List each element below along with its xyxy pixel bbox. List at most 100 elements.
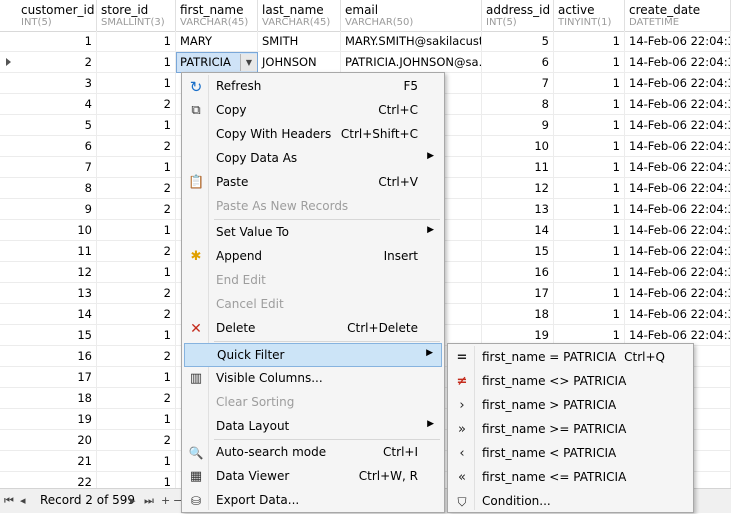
cell-create-date[interactable]: 14-Feb-06 22:04:36 <box>625 220 731 241</box>
cell-customer-id[interactable]: 1 <box>17 31 97 52</box>
menu-item-copy-data-as[interactable]: Copy Data As ▶ <box>184 147 442 171</box>
cell-address-id[interactable]: 18 <box>482 304 554 325</box>
cell-address-id[interactable]: 9 <box>482 115 554 136</box>
menu-item-refresh[interactable]: ↻ Refresh F5 <box>184 75 442 99</box>
cell-store-id[interactable]: 1 <box>97 367 176 388</box>
quick-filter-item-2[interactable]: ≠ first_name <> PATRICIA <box>450 370 691 394</box>
cell-store-id[interactable]: 2 <box>97 283 176 304</box>
cell-customer-id[interactable]: 15 <box>17 325 97 346</box>
cell-create-date[interactable]: 14-Feb-06 22:04:36 <box>625 157 731 178</box>
cell-store-id[interactable]: 1 <box>97 262 176 283</box>
cell-customer-id[interactable]: 3 <box>17 73 97 94</box>
cell-active[interactable]: 1 <box>554 157 625 178</box>
cell-create-date[interactable]: 14-Feb-06 22:04:36 <box>625 262 731 283</box>
quick-filter-item-6[interactable]: « first_name <= PATRICIA <box>450 466 691 490</box>
cell-active[interactable]: 1 <box>554 304 625 325</box>
cell-store-id[interactable]: 1 <box>97 157 176 178</box>
cell-customer-id[interactable]: 6 <box>17 136 97 157</box>
cell-dropdown-button[interactable]: ▼ <box>240 54 257 71</box>
cell-customer-id[interactable]: 2 <box>17 52 97 73</box>
cell-address-id[interactable]: 16 <box>482 262 554 283</box>
column-header-create-date[interactable]: create_date DATETIME <box>625 0 731 31</box>
cell-active[interactable]: 1 <box>554 241 625 262</box>
cell-store-id[interactable]: 2 <box>97 136 176 157</box>
cell-address-id[interactable]: 10 <box>482 136 554 157</box>
cell-store-id[interactable]: 1 <box>97 220 176 241</box>
cell-store-id[interactable]: 1 <box>97 451 176 472</box>
cell-customer-id[interactable]: 20 <box>17 430 97 451</box>
cell-address-id[interactable]: 8 <box>482 94 554 115</box>
cell-create-date[interactable]: 14-Feb-06 22:04:36 <box>625 73 731 94</box>
cell-store-id[interactable]: 2 <box>97 241 176 262</box>
cell-customer-id[interactable]: 21 <box>17 451 97 472</box>
cell-create-date[interactable]: 14-Feb-06 22:04:36 <box>625 178 731 199</box>
table-row[interactable]: 1 1 MARY SMITH MARY.SMITH@sakilacust… 5 1 14-Fe… <box>0 31 731 52</box>
cell-last-name[interactable]: JOHNSON <box>258 52 341 73</box>
table-row[interactable]: 2 1 PATRICIA JOHNSON PATRICIA.JOHNSON@sa… 6 1 1… <box>0 52 731 73</box>
menu-item-delete[interactable]: ✕ Delete Ctrl+Delete <box>184 317 442 341</box>
add-record-icon[interactable]: + <box>161 494 170 507</box>
cell-create-date[interactable]: 14-Feb-06 22:04:36 <box>625 241 731 262</box>
cell-address-id[interactable]: 11 <box>482 157 554 178</box>
first-record-icon[interactable]: ⏮ <box>4 494 14 508</box>
cell-customer-id[interactable]: 19 <box>17 409 97 430</box>
cell-address-id[interactable]: 12 <box>482 178 554 199</box>
cell-create-date[interactable]: 14-Feb-06 22:04:36 <box>625 136 731 157</box>
cell-customer-id[interactable]: 12 <box>17 262 97 283</box>
column-header-last-name[interactable]: last_name VARCHAR(45) <box>258 0 341 31</box>
cell-active[interactable]: 1 <box>554 199 625 220</box>
cell-address-id[interactable]: 6 <box>482 52 554 73</box>
cell-active[interactable]: 1 <box>554 136 625 157</box>
quick-filter-item-1[interactable]: = first_name = PATRICIA Ctrl+Q <box>450 346 691 370</box>
cell-store-id[interactable]: 1 <box>97 409 176 430</box>
cell-address-id[interactable]: 5 <box>482 31 554 52</box>
menu-item-paste[interactable]: 📋 Paste Ctrl+V <box>184 171 442 195</box>
menu-item-copy-with-headers[interactable]: Copy With Headers Ctrl+Shift+C <box>184 123 442 147</box>
column-header-customer-id[interactable]: customer_id INT(5) <box>17 0 97 31</box>
cell-create-date[interactable]: 14-Feb-06 22:04:36 <box>625 283 731 304</box>
cell-store-id[interactable]: 1 <box>97 31 176 52</box>
cell-create-date[interactable]: 14-Feb-06 22:04:36 <box>625 115 731 136</box>
cell-first-name[interactable]: MARY <box>176 31 258 52</box>
menu-item-export-data[interactable]: ⛁ Export Data... <box>184 489 442 513</box>
cell-address-id[interactable]: 14 <box>482 220 554 241</box>
cell-store-id[interactable]: 2 <box>97 199 176 220</box>
cell-store-id[interactable]: 1 <box>97 52 176 73</box>
column-header-address-id[interactable]: address_id INT(5) <box>482 0 554 31</box>
menu-item-copy[interactable]: ⧉ Copy Ctrl+C <box>184 99 442 123</box>
cell-customer-id[interactable]: 10 <box>17 220 97 241</box>
column-header-email[interactable]: email VARCHAR(50) <box>341 0 482 31</box>
quick-filter-item-7[interactable]: ⛉ Condition... <box>450 490 691 514</box>
cell-active[interactable]: 1 <box>554 31 625 52</box>
last-record-icon[interactable]: ⏭ <box>144 494 154 508</box>
cell-email[interactable]: PATRICIA.JOHNSON@sa… <box>341 52 482 73</box>
menu-item-visible-columns[interactable]: ▥ Visible Columns... <box>184 367 442 391</box>
quick-filter-item-5[interactable]: ‹ first_name < PATRICIA <box>450 442 691 466</box>
cell-create-date[interactable]: 14-Feb-06 22:04:36 <box>625 199 731 220</box>
column-header-active[interactable]: active TINYINT(1) <box>554 0 625 31</box>
cell-active[interactable]: 1 <box>554 52 625 73</box>
cell-store-id[interactable]: 1 <box>97 472 176 488</box>
menu-item-append[interactable]: ✱ Append Insert <box>184 245 442 269</box>
quick-filter-item-4[interactable]: » first_name >= PATRICIA <box>450 418 691 442</box>
cell-active[interactable]: 1 <box>554 262 625 283</box>
menu-item-quick-filter[interactable]: Quick Filter ▶ <box>184 343 442 367</box>
cell-email[interactable]: MARY.SMITH@sakilacust… <box>341 31 482 52</box>
cell-customer-id[interactable]: 22 <box>17 472 97 488</box>
cell-create-date[interactable]: 14-Feb-06 22:04:36 <box>625 52 731 73</box>
cell-store-id[interactable]: 2 <box>97 430 176 451</box>
cell-address-id[interactable]: 17 <box>482 283 554 304</box>
cell-customer-id[interactable]: 4 <box>17 94 97 115</box>
cell-store-id[interactable]: 2 <box>97 346 176 367</box>
cell-create-date[interactable]: 14-Feb-06 22:04:36 <box>625 304 731 325</box>
cell-customer-id[interactable]: 5 <box>17 115 97 136</box>
cell-store-id[interactable]: 2 <box>97 388 176 409</box>
previous-record-icon[interactable]: ◂ <box>20 494 26 507</box>
menu-item-data-viewer[interactable]: ▦ Data Viewer Ctrl+W, R <box>184 465 442 489</box>
cell-store-id[interactable]: 2 <box>97 304 176 325</box>
column-header-first-name[interactable]: first_name VARCHAR(45) <box>176 0 258 31</box>
cell-store-id[interactable]: 1 <box>97 73 176 94</box>
cell-customer-id[interactable]: 9 <box>17 199 97 220</box>
cell-customer-id[interactable]: 17 <box>17 367 97 388</box>
cell-active[interactable]: 1 <box>554 94 625 115</box>
